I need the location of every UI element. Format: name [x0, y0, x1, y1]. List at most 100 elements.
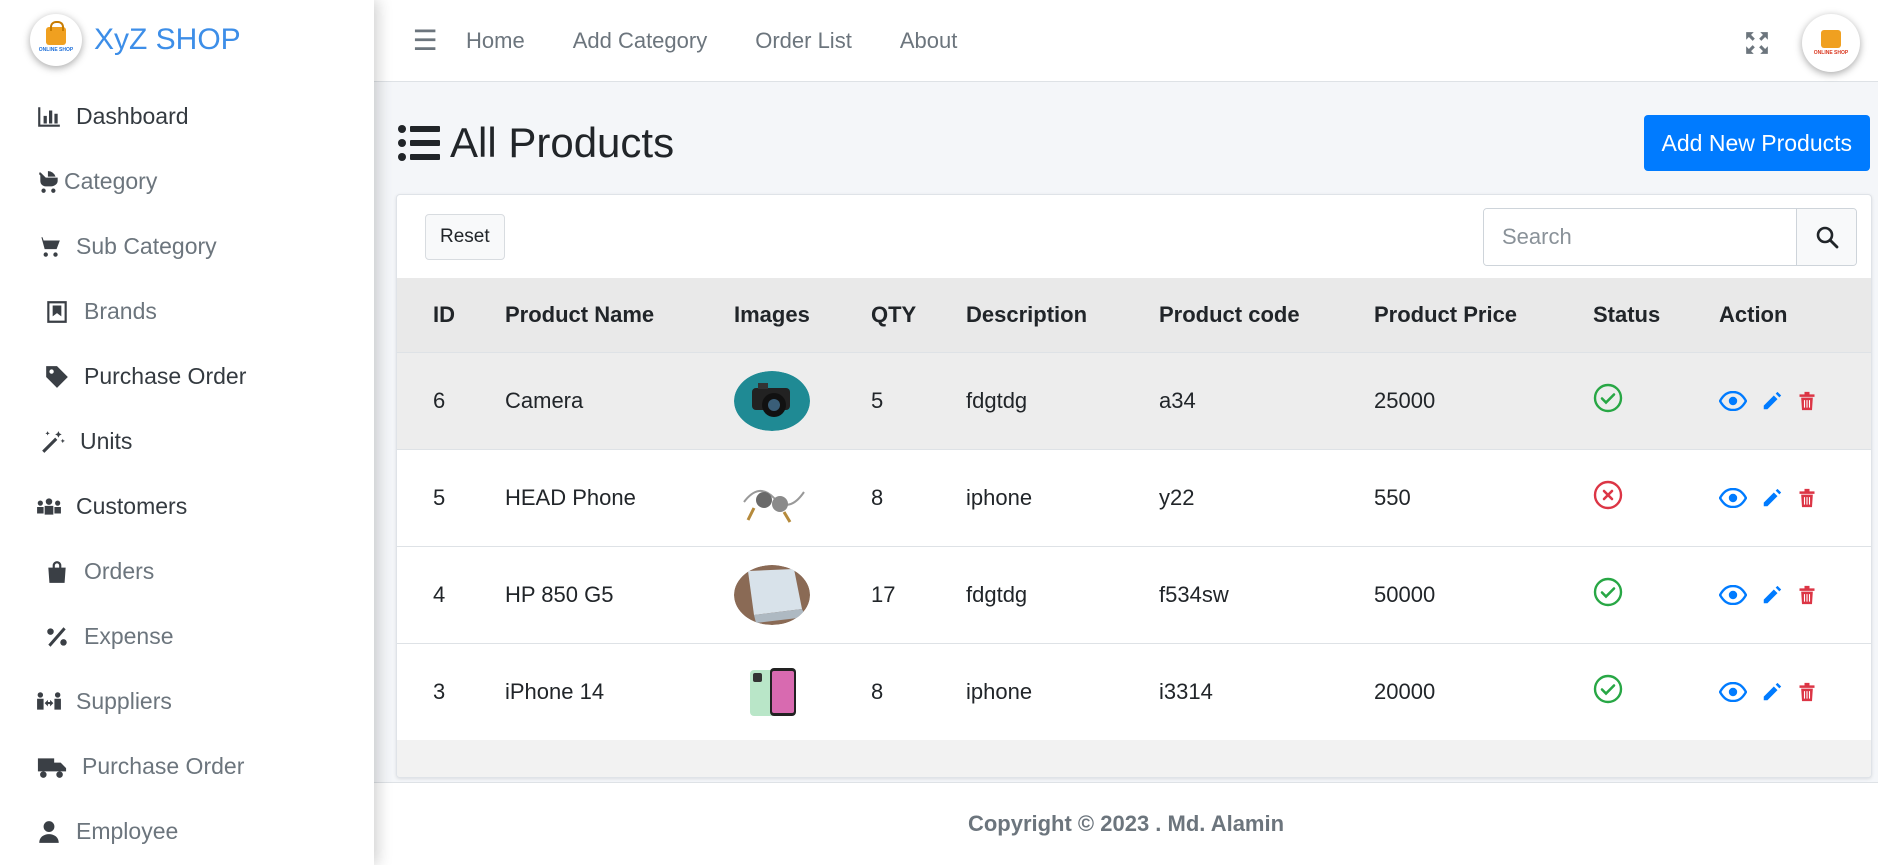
table-header-row: ID Product Name Images QTY Description P… [397, 278, 1871, 352]
menu-toggle-icon[interactable]: ☰ [410, 24, 440, 57]
cell-product-code: a34 [1159, 387, 1196, 413]
cell-actions [1683, 352, 1871, 449]
view-icon[interactable] [1719, 390, 1747, 411]
col-header-images[interactable]: Images [698, 278, 835, 352]
fullscreen-icon[interactable] [1744, 30, 1770, 56]
col-header-action: Action [1719, 301, 1788, 327]
products-table: ID Product Name Images QTY Description P… [397, 278, 1871, 740]
brand-name[interactable]: XyZ SHOP [94, 23, 241, 57]
sidebar-item-dashboard[interactable]: Dashboard [0, 84, 374, 149]
baby-carriage-icon [34, 167, 64, 197]
top-navbar: ☰ Home Add Category Order List About ONL… [374, 0, 1878, 82]
brand-logo: ONLINE SHOP [30, 14, 82, 66]
product-image-earphones[interactable] [734, 467, 810, 528]
top-right-controls: ONLINE SHOP [1744, 14, 1860, 72]
sidebar-item-label: Expense [84, 623, 174, 649]
sidebar-nav: Dashboard Category Sub Category Brands P… [0, 84, 374, 864]
col-header-id[interactable]: ID [397, 278, 469, 352]
col-header-product-code[interactable]: Product code [1123, 278, 1338, 352]
cell-product-code: y22 [1159, 484, 1195, 510]
cell-product-price: 25000 [1374, 387, 1436, 413]
cell-id: 4 [433, 581, 446, 607]
cell-product-name: HP 850 G5 [505, 581, 614, 607]
nav-link-order-list[interactable]: Order List [755, 28, 852, 54]
reset-button[interactable]: Reset [425, 213, 505, 260]
delete-icon[interactable] [1797, 487, 1817, 509]
cell-image [698, 449, 835, 546]
table-row: 4 HP 850 G5 17 fdgtdg f534sw 50000 [397, 546, 1871, 643]
edit-icon[interactable] [1761, 390, 1783, 412]
nav-link-home[interactable]: Home [466, 28, 525, 54]
avatar[interactable]: ONLINE SHOP [1802, 14, 1860, 72]
edit-icon[interactable] [1761, 487, 1783, 509]
table-row: 3 iPhone 14 8 iphone i3314 20000 [397, 643, 1871, 740]
delete-icon[interactable] [1797, 584, 1817, 606]
user-icon [34, 817, 64, 847]
cell-qty: 5 [871, 387, 884, 413]
col-header-product-name[interactable]: Product Name [469, 278, 698, 352]
status-inactive-icon [1593, 480, 1623, 515]
sidebar-item-brands[interactable]: Brands [0, 279, 374, 344]
list-icon [398, 125, 440, 161]
product-image-camera[interactable] [734, 370, 810, 431]
cell-product-name: HEAD Phone [505, 484, 636, 510]
cell-description: fdgtdg [966, 387, 1028, 413]
view-icon[interactable] [1719, 584, 1747, 605]
cell-image [698, 643, 835, 740]
cell-description: fdgtdg [966, 581, 1028, 607]
cell-id: 5 [433, 484, 446, 510]
brand[interactable]: ONLINE SHOP XyZ SHOP [0, 0, 374, 80]
products-card: Reset ID Product Name Images QTY Descrip… [396, 194, 1872, 778]
page-header: All Products Add New Products [374, 82, 1878, 192]
cell-product-price: 50000 [1374, 581, 1436, 607]
main-content: All Products Add New Products Reset ID P… [374, 82, 1878, 782]
cell-status [1557, 352, 1683, 449]
tag-icon [42, 362, 72, 392]
search-button[interactable] [1796, 208, 1856, 265]
status-active-icon [1593, 577, 1623, 612]
sidebar-item-customers[interactable]: Customers [0, 474, 374, 539]
people-arrows-icon [34, 687, 64, 717]
sidebar-item-label: Dashboard [76, 103, 189, 129]
view-icon[interactable] [1719, 681, 1747, 702]
col-header-status[interactable]: Status [1557, 278, 1683, 352]
cell-product-name: Camera [505, 387, 584, 413]
truck-icon [34, 752, 70, 782]
edit-icon[interactable] [1761, 584, 1783, 606]
col-header-description[interactable]: Description [930, 278, 1123, 352]
add-new-products-button[interactable]: Add New Products [1643, 115, 1870, 171]
cell-actions [1683, 449, 1871, 546]
sidebar-item-label: Units [80, 428, 133, 454]
sidebar-item-sub-category[interactable]: Sub Category [0, 214, 374, 279]
sidebar-item-units[interactable]: Units [0, 409, 374, 474]
delete-icon[interactable] [1797, 681, 1817, 703]
col-header-qty[interactable]: QTY [835, 278, 930, 352]
sidebar-item-purchase-order-2[interactable]: Purchase Order [0, 734, 374, 799]
cell-product-name: iPhone 14 [505, 678, 605, 704]
edit-icon[interactable] [1761, 681, 1783, 703]
sidebar-item-category[interactable]: Category [0, 149, 374, 214]
sidebar-item-purchase-order[interactable]: Purchase Order [0, 344, 374, 409]
sidebar-item-label: Sub Category [76, 233, 217, 259]
cell-image [698, 352, 835, 449]
col-header-product-price[interactable]: Product Price [1338, 278, 1557, 352]
product-image-laptop[interactable] [734, 564, 810, 625]
cell-id: 3 [433, 678, 446, 704]
sidebar-item-expense[interactable]: Expense [0, 604, 374, 669]
sidebar-item-employee[interactable]: Employee [0, 799, 374, 864]
nav-link-add-category[interactable]: Add Category [573, 28, 708, 54]
product-image-phone[interactable] [734, 661, 810, 722]
sidebar-item-suppliers[interactable]: Suppliers [0, 669, 374, 734]
page-title-text: All Products [450, 119, 675, 166]
cell-qty: 8 [871, 484, 884, 510]
table-row: 5 HEAD Phone 8 iphone y22 550 [397, 449, 1871, 546]
delete-icon[interactable] [1797, 390, 1817, 412]
nav-link-about[interactable]: About [900, 28, 958, 54]
sidebar-item-label: Suppliers [76, 688, 172, 714]
page-footer: Copyright © 2023 . Md. Alamin [374, 782, 1878, 865]
sidebar-item-label: Category [64, 168, 158, 194]
cell-actions [1683, 643, 1871, 740]
search-input[interactable] [1484, 208, 1796, 265]
sidebar-item-orders[interactable]: Orders [0, 539, 374, 604]
view-icon[interactable] [1719, 487, 1747, 508]
